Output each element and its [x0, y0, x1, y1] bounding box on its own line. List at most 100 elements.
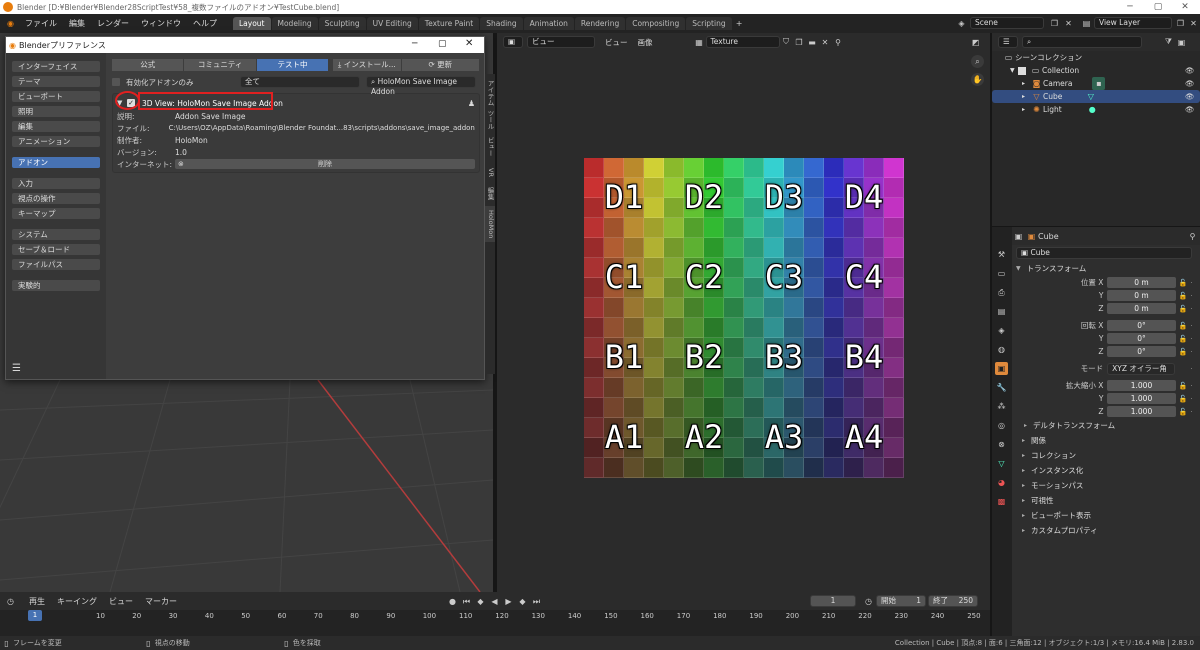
nav-experimental[interactable]: 実験的: [12, 280, 100, 291]
start-frame-field[interactable]: 開始 1: [876, 595, 926, 607]
scene-selector[interactable]: Scene: [970, 17, 1044, 29]
menu-keying[interactable]: キーイング: [57, 596, 97, 607]
blender-menu-icon[interactable]: ◉: [4, 17, 17, 30]
editor-type-icon[interactable]: ▣: [503, 36, 523, 48]
nav-file-paths[interactable]: ファイルパス: [12, 259, 100, 270]
frame-ruler[interactable]: 1 10 20 30 40 50 60 70 80 90 100 110 120 130 140 150 16…: [0, 610, 990, 636]
prev-keyframe-icon[interactable]: ◆: [474, 595, 487, 608]
lock-icon[interactable]: 🔓: [1179, 292, 1189, 300]
prefs-maximize-button[interactable]: ▢: [438, 39, 447, 49]
remove-view-layer-icon[interactable]: ✕: [1187, 17, 1200, 30]
close-button[interactable]: ✕: [1170, 0, 1200, 14]
keyframe-dot-icon[interactable]: ·: [1190, 348, 1200, 356]
nav-animation[interactable]: アニメーション: [12, 136, 100, 147]
eye-icon[interactable]: 👁: [1185, 66, 1195, 75]
menu-image[interactable]: 画像: [638, 37, 653, 48]
side-tab-item[interactable]: アイテム: [485, 78, 495, 108]
side-tab-tool[interactable]: ツール: [485, 108, 495, 132]
scale-x-field[interactable]: 1.000: [1107, 380, 1176, 391]
view-mode-dropdown[interactable]: ビュー: [527, 36, 595, 48]
location-z-field[interactable]: 0 m: [1107, 303, 1176, 314]
rotation-mode-dropdown[interactable]: XYZ オイラー角: [1107, 362, 1176, 375]
expand-icon[interactable]: ▸: [1022, 80, 1030, 87]
keyframe-dot-icon[interactable]: ·: [1190, 292, 1200, 300]
view-layer-tab-icon[interactable]: ▤: [995, 305, 1008, 318]
3d-viewport[interactable]: [0, 380, 493, 592]
new-collection-icon[interactable]: ▣: [1175, 36, 1188, 49]
keyframe-dot-icon[interactable]: ·: [1190, 279, 1200, 287]
scale-y-field[interactable]: 1.000: [1107, 393, 1176, 404]
side-tab-edit[interactable]: 編集: [485, 184, 495, 202]
nav-editing[interactable]: 編集: [12, 121, 100, 132]
keyframe-dot-icon[interactable]: ·: [1190, 365, 1200, 373]
tab-animation[interactable]: Animation: [523, 17, 574, 30]
instancing-panel-header[interactable]: ▸ インスタンス化: [1012, 463, 1200, 478]
lock-icon[interactable]: 🔓: [1179, 395, 1189, 403]
outliner-search-input[interactable]: ⌕: [1022, 36, 1142, 48]
nav-system[interactable]: システム: [12, 229, 100, 240]
scene-tab-icon[interactable]: ◈: [995, 324, 1008, 337]
add-workspace-icon[interactable]: +: [733, 17, 746, 30]
menu-marker[interactable]: マーカー: [145, 596, 177, 607]
nav-navigation[interactable]: 視点の操作: [12, 193, 100, 204]
world-tab-icon[interactable]: ◍: [995, 343, 1008, 356]
nav-addons[interactable]: アドオン: [12, 157, 100, 168]
jump-start-icon[interactable]: ⏮: [460, 595, 473, 608]
nav-interface[interactable]: インターフェイス: [12, 61, 100, 72]
addon-search-input[interactable]: ⌕ HoloMon Save Image Addon: [366, 76, 476, 96]
tab-community[interactable]: コミュニティ: [184, 59, 256, 71]
filter-icon[interactable]: ⧩: [1162, 36, 1175, 49]
hand-pan-icon[interactable]: ✋: [971, 73, 984, 86]
nav-viewport[interactable]: ビューポート: [12, 91, 100, 102]
tab-sculpting[interactable]: Sculpting: [318, 17, 366, 30]
lock-icon[interactable]: 🔓: [1179, 382, 1189, 390]
lock-icon[interactable]: 🔓: [1179, 408, 1189, 416]
motion-paths-panel-header[interactable]: ▸ モーションパス: [1012, 478, 1200, 493]
overlay-dropdown-icon[interactable]: ◩: [969, 36, 982, 49]
menu-playback[interactable]: 再生: [29, 596, 45, 607]
keyframe-dot-icon[interactable]: ·: [1190, 382, 1200, 390]
keyframe-dot-icon[interactable]: ·: [1190, 335, 1200, 343]
keyframe-dot-icon[interactable]: ·: [1190, 395, 1200, 403]
nav-input[interactable]: 入力: [12, 178, 100, 189]
outliner-type-icon[interactable]: ☰: [998, 36, 1018, 48]
lock-icon[interactable]: 🔓: [1179, 305, 1189, 313]
image-browse-icon[interactable]: ▦: [693, 36, 706, 49]
modifier-tab-icon[interactable]: 🔧: [995, 381, 1008, 394]
new-view-layer-icon[interactable]: ❐: [1174, 17, 1187, 30]
material-tab-icon[interactable]: ◕: [995, 476, 1008, 489]
zoom-icon[interactable]: ⌕: [971, 55, 984, 68]
rotation-x-field[interactable]: 0°: [1107, 320, 1176, 331]
prefs-minimize-button[interactable]: ─: [412, 39, 417, 49]
eye-icon[interactable]: 👁: [1185, 79, 1195, 88]
open-folder-icon[interactable]: ▬: [806, 36, 819, 49]
tab-texture-paint[interactable]: Texture Paint: [418, 17, 480, 30]
preview-range-clock-icon[interactable]: ◷: [862, 595, 875, 608]
rotation-y-field[interactable]: 0°: [1107, 333, 1176, 344]
refresh-button[interactable]: ⟳ 更新: [401, 59, 479, 71]
render-tab-icon[interactable]: ▭: [995, 267, 1008, 280]
side-tab-view[interactable]: ビュー: [485, 134, 495, 160]
fake-user-shield-icon[interactable]: ⛉: [780, 36, 793, 49]
keyframe-dot-icon[interactable]: ·: [1190, 408, 1200, 416]
enabled-only-checkbox[interactable]: [112, 78, 120, 86]
custom-properties-panel-header[interactable]: ▸ カスタムプロパティ: [1012, 523, 1200, 538]
outliner-row-collection[interactable]: ▼ ▭ Collection 👁: [992, 64, 1200, 77]
eye-icon[interactable]: 👁: [1185, 105, 1195, 114]
record-icon[interactable]: ●: [446, 595, 459, 608]
menu-window[interactable]: ウィンドウ: [135, 18, 187, 29]
hamburger-menu-icon[interactable]: ☰: [12, 363, 21, 374]
pin-icon[interactable]: ⚲: [832, 36, 845, 49]
menu-file[interactable]: ファイル: [19, 18, 63, 29]
keyframe-dot-icon[interactable]: ·: [1190, 322, 1200, 330]
remove-addon-button[interactable]: ⊗ 削除: [175, 159, 475, 169]
scale-z-field[interactable]: 1.000: [1107, 406, 1176, 417]
object-data-tab-icon[interactable]: ▽: [995, 457, 1008, 470]
next-keyframe-icon[interactable]: ◆: [516, 595, 529, 608]
menu-view[interactable]: ビュー: [109, 596, 133, 607]
transform-panel-header[interactable]: ▼ トランスフォーム: [1012, 261, 1200, 276]
expand-icon[interactable]: ▼: [1010, 67, 1018, 74]
physics-tab-icon[interactable]: ◎: [995, 419, 1008, 432]
tool-tab-icon[interactable]: ⚒: [995, 248, 1008, 261]
keyframe-dot-icon[interactable]: ·: [1190, 305, 1200, 313]
